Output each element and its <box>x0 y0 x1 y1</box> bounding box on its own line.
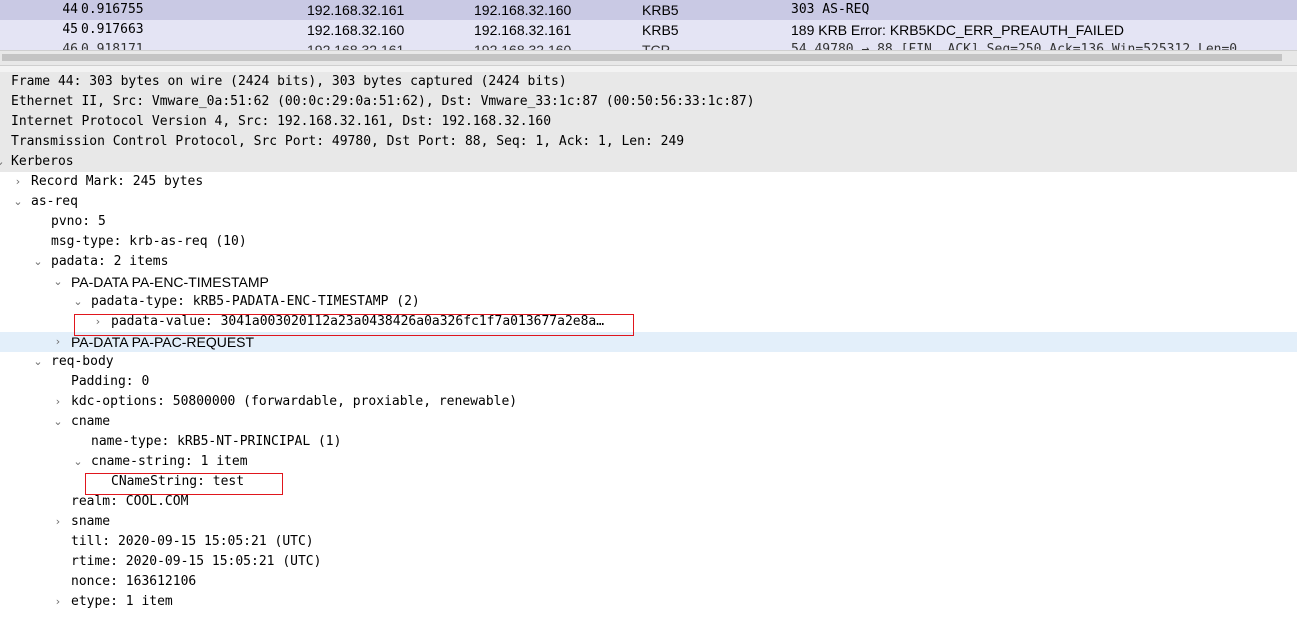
tree-item-label: PA-DATA PA-ENC-TIMESTAMP <box>71 274 269 290</box>
packet-number: 44 <box>62 2 78 17</box>
packet-number: 46 <box>62 42 78 50</box>
packet-destination: 192.168.32.161 <box>474 22 572 38</box>
tree-item-label: msg-type: krb-as-req (10) <box>51 234 247 249</box>
tree-item-label: Padding: 0 <box>71 374 150 389</box>
packet-row[interactable]: 46 0.918171 192.168.32.161 192.168.32.16… <box>0 40 1297 50</box>
packet-list: 44 0.916755 192.168.32.161 192.168.32.16… <box>0 0 1297 50</box>
chevron-right-icon[interactable]: › <box>53 592 63 612</box>
tree-item-padding[interactable]: Padding: 0 <box>0 372 1297 392</box>
packet-info: 189 KRB Error: KRB5KDC_ERR_PREAUTH_FAILE… <box>791 22 1124 38</box>
tree-item-label: cname <box>71 414 111 429</box>
highlight-box-padata-value <box>74 314 634 336</box>
chevron-right-icon[interactable]: › <box>53 392 63 412</box>
chevron-down-icon[interactable]: ⌄ <box>33 352 43 372</box>
packet-info: 303 AS-REQ <box>791 2 870 17</box>
highlight-box-cnamestring <box>85 473 283 495</box>
tree-item-record-mark[interactable]: › Record Mark: 245 bytes <box>0 172 1297 192</box>
packet-number: 45 <box>62 22 78 37</box>
scrollbar-thumb[interactable] <box>2 54 1282 61</box>
packet-destination: 192.168.32.160 <box>474 2 572 18</box>
chevron-down-icon[interactable]: ⌄ <box>0 152 5 172</box>
chevron-down-icon[interactable]: ⌄ <box>73 452 83 472</box>
packet-source: 192.168.32.161 <box>307 2 405 18</box>
tree-item-label: Frame 44: 303 bytes on wire (2424 bits),… <box>11 74 567 89</box>
tree-item-cname[interactable]: ⌄ cname <box>0 412 1297 432</box>
tree-item-pvno[interactable]: pvno: 5 <box>0 212 1297 232</box>
tree-item-label: pvno: 5 <box>51 214 106 229</box>
tree-item-label: as-req <box>31 194 78 209</box>
packet-row[interactable]: 44 0.916755 192.168.32.161 192.168.32.16… <box>0 0 1297 20</box>
packet-row[interactable]: 45 0.917663 192.168.32.160 192.168.32.16… <box>0 20 1297 40</box>
tree-item-cname-string[interactable]: ⌄ cname-string: 1 item <box>0 452 1297 472</box>
tree-item-kerberos[interactable]: ⌄ Kerberos <box>0 152 1297 172</box>
tree-item-label: till: 2020-09-15 15:05:21 (UTC) <box>71 534 314 549</box>
packet-destination: 192.168.32.160 <box>474 42 572 50</box>
tree-item-label: Ethernet II, Src: Vmware_0a:51:62 (00:0c… <box>11 94 755 109</box>
chevron-down-icon[interactable]: ⌄ <box>73 292 83 312</box>
tree-item-rtime[interactable]: rtime: 2020-09-15 15:05:21 (UTC) <box>0 552 1297 572</box>
tree-item-nonce[interactable]: nonce: 163612106 <box>0 572 1297 592</box>
chevron-down-icon[interactable]: ⌄ <box>53 412 63 432</box>
tree-item-ip[interactable]: Internet Protocol Version 4, Src: 192.16… <box>0 112 1297 132</box>
tree-item-label: etype: 1 item <box>71 594 173 609</box>
tree-item-label: cname-string: 1 item <box>91 454 248 469</box>
tree-item-tcp[interactable]: Transmission Control Protocol, Src Port:… <box>0 132 1297 152</box>
tree-item-req-body[interactable]: ⌄ req-body <box>0 352 1297 372</box>
packet-time: 0.917663 <box>81 22 144 37</box>
packet-protocol: TCP <box>642 42 670 50</box>
packet-source: 192.168.32.161 <box>307 42 405 50</box>
tree-item-padata-type[interactable]: ⌄ padata-type: kRB5-PADATA-ENC-TIMESTAMP… <box>0 292 1297 312</box>
tree-item-as-req[interactable]: ⌄ as-req <box>0 192 1297 212</box>
tree-item-label: Transmission Control Protocol, Src Port:… <box>11 134 685 149</box>
tree-item-sname[interactable]: › sname <box>0 512 1297 532</box>
tree-item-frame[interactable]: Frame 44: 303 bytes on wire (2424 bits),… <box>0 72 1297 92</box>
tree-item-label: padata-type: kRB5-PADATA-ENC-TIMESTAMP (… <box>91 294 420 309</box>
tree-item-label: Record Mark: 245 bytes <box>31 174 204 189</box>
tree-item-msg-type[interactable]: msg-type: krb-as-req (10) <box>0 232 1297 252</box>
tree-item-label: kdc-options: 50800000 (forwardable, prox… <box>71 394 518 409</box>
packet-protocol: KRB5 <box>642 22 679 38</box>
packet-details-tree: Frame 44: 303 bytes on wire (2424 bits),… <box>0 72 1297 632</box>
horizontal-scrollbar[interactable] <box>0 50 1297 66</box>
tree-item-name-type[interactable]: name-type: kRB5-NT-PRINCIPAL (1) <box>0 432 1297 452</box>
tree-item-label: name-type: kRB5-NT-PRINCIPAL (1) <box>91 434 342 449</box>
tree-item-kdc-options[interactable]: › kdc-options: 50800000 (forwardable, pr… <box>0 392 1297 412</box>
tree-item-label: Kerberos <box>11 154 74 169</box>
packet-time: 0.916755 <box>81 2 144 17</box>
chevron-right-icon[interactable]: › <box>13 172 23 192</box>
tree-item-pa-enc-timestamp[interactable]: ⌄ PA-DATA PA-ENC-TIMESTAMP <box>0 272 1297 292</box>
tree-item-label: rtime: 2020-09-15 15:05:21 (UTC) <box>71 554 322 569</box>
tree-item-etype[interactable]: › etype: 1 item <box>0 592 1297 612</box>
chevron-down-icon[interactable]: ⌄ <box>33 252 43 272</box>
tree-item-realm[interactable]: realm: COOL.COM <box>0 492 1297 512</box>
packet-source: 192.168.32.160 <box>307 22 405 38</box>
chevron-down-icon[interactable]: ⌄ <box>13 192 23 212</box>
tree-item-label: realm: COOL.COM <box>71 494 189 509</box>
tree-item-till[interactable]: till: 2020-09-15 15:05:21 (UTC) <box>0 532 1297 552</box>
packet-info: 54 49780 → 88 [FIN, ACK] Seq=250 Ack=136… <box>791 42 1238 50</box>
chevron-right-icon[interactable]: › <box>53 512 63 532</box>
packet-time: 0.918171 <box>81 42 144 50</box>
tree-item-label: padata: 2 items <box>51 254 169 269</box>
chevron-down-icon[interactable]: ⌄ <box>53 272 63 292</box>
tree-item-ethernet[interactable]: Ethernet II, Src: Vmware_0a:51:62 (00:0c… <box>0 92 1297 112</box>
tree-item-label: sname <box>71 514 111 529</box>
packet-protocol: KRB5 <box>642 2 679 18</box>
tree-item-label: req-body <box>51 354 114 369</box>
tree-item-padata[interactable]: ⌄ padata: 2 items <box>0 252 1297 272</box>
chevron-right-icon[interactable]: › <box>53 332 63 352</box>
tree-item-label: nonce: 163612106 <box>71 574 197 589</box>
tree-item-label: Internet Protocol Version 4, Src: 192.16… <box>11 114 552 129</box>
